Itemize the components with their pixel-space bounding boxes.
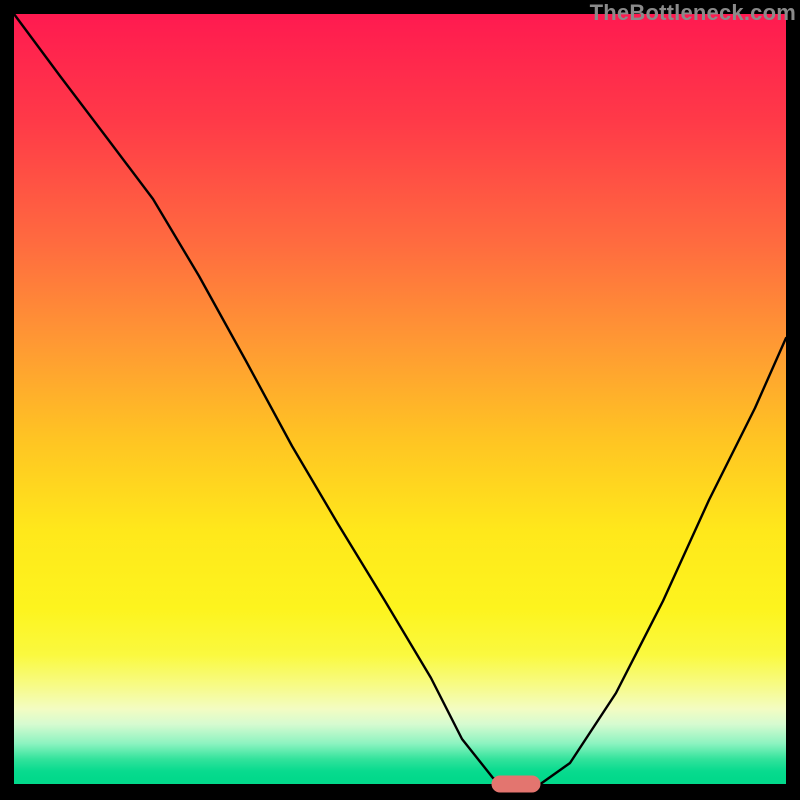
bottleneck-curve: [14, 14, 786, 785]
curve-svg: [14, 14, 786, 786]
chart-stage: TheBottleneck.com: [0, 0, 800, 800]
watermark-text: TheBottleneck.com: [590, 0, 796, 26]
plot-area: [14, 14, 786, 786]
optimal-range-marker: [492, 776, 540, 792]
